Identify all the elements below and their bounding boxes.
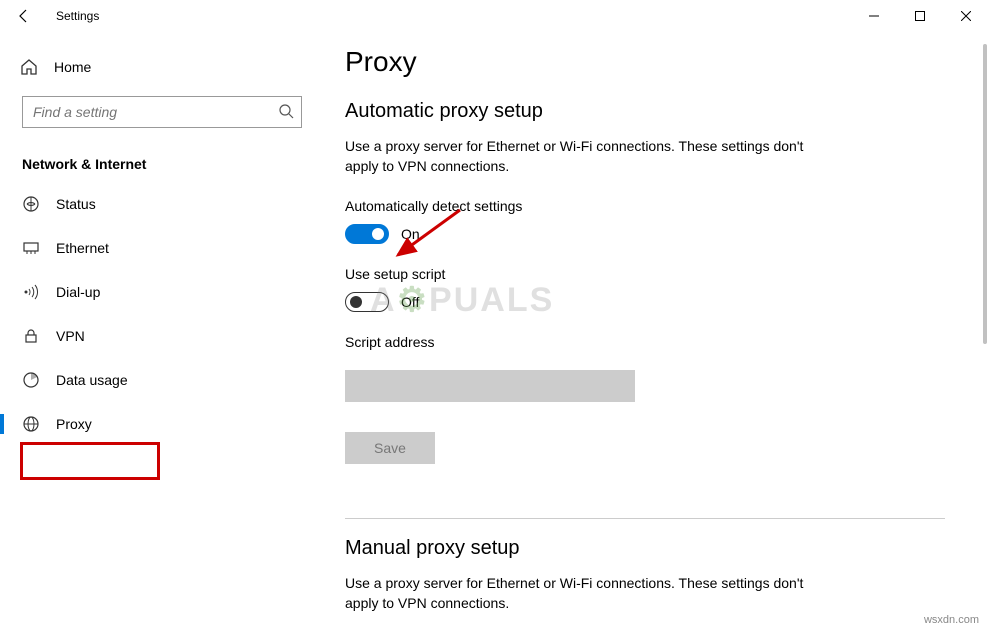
- status-icon: [22, 195, 40, 213]
- sidebar-item-label: Proxy: [56, 416, 92, 432]
- search-input[interactable]: [22, 96, 302, 128]
- sidebar-item-dialup[interactable]: Dial-up: [0, 270, 320, 314]
- divider: [345, 518, 945, 519]
- arrow-left-icon: [16, 8, 32, 24]
- content-area: Proxy Automatic proxy setup Use a proxy …: [320, 32, 977, 630]
- setup-script-toggle[interactable]: [345, 292, 389, 312]
- sidebar-item-label: Data usage: [56, 372, 128, 388]
- sidebar-item-label: Status: [56, 196, 96, 212]
- toggle-knob: [372, 228, 384, 240]
- sidebar-item-label: VPN: [56, 328, 85, 344]
- datausage-icon: [22, 371, 40, 389]
- sidebar-item-proxy[interactable]: Proxy: [0, 402, 320, 446]
- scrollbar-thumb[interactable]: [983, 44, 987, 344]
- sidebar-item-vpn[interactable]: VPN: [0, 314, 320, 358]
- sidebar-home[interactable]: Home: [0, 48, 320, 86]
- script-address-input[interactable]: [345, 370, 635, 402]
- titlebar: Settings: [0, 0, 989, 32]
- ethernet-icon: [22, 239, 40, 257]
- minimize-button[interactable]: [851, 0, 897, 32]
- close-icon: [961, 11, 971, 21]
- vpn-icon: [22, 327, 40, 345]
- search-box[interactable]: [22, 96, 302, 128]
- maximize-button[interactable]: [897, 0, 943, 32]
- search-icon: [278, 103, 294, 119]
- dialup-icon: [22, 283, 40, 301]
- page-title: Proxy: [345, 46, 957, 78]
- automatic-proxy-heading: Automatic proxy setup: [345, 100, 957, 123]
- window-controls: [851, 0, 989, 32]
- sidebar-item-datausage[interactable]: Data usage: [0, 358, 320, 402]
- automatic-proxy-description: Use a proxy server for Ethernet or Wi-Fi…: [345, 137, 805, 176]
- manual-proxy-heading: Manual proxy setup: [345, 537, 957, 560]
- back-button[interactable]: [0, 0, 48, 32]
- scrollbar[interactable]: [977, 32, 989, 630]
- sidebar-item-label: Ethernet: [56, 240, 109, 256]
- auto-detect-state: On: [401, 226, 420, 242]
- footer-watermark: wsxdn.com: [924, 614, 979, 626]
- home-icon: [20, 58, 38, 76]
- script-address-label: Script address: [345, 334, 957, 350]
- sidebar-item-label: Dial-up: [56, 284, 100, 300]
- proxy-icon: [22, 415, 40, 433]
- window-title: Settings: [48, 9, 99, 23]
- sidebar-item-status[interactable]: Status: [0, 182, 320, 226]
- minimize-icon: [869, 11, 879, 21]
- auto-detect-label: Automatically detect settings: [345, 198, 957, 214]
- sidebar: Home Network & Internet Status Ethernet: [0, 32, 320, 630]
- maximize-icon: [915, 11, 925, 21]
- sidebar-home-label: Home: [54, 59, 91, 75]
- setup-script-label: Use setup script: [345, 266, 957, 282]
- toggle-knob: [350, 296, 362, 308]
- sidebar-item-ethernet[interactable]: Ethernet: [0, 226, 320, 270]
- manual-proxy-description: Use a proxy server for Ethernet or Wi-Fi…: [345, 574, 805, 613]
- close-button[interactable]: [943, 0, 989, 32]
- setup-script-state: Off: [401, 294, 419, 310]
- save-button[interactable]: Save: [345, 432, 435, 464]
- auto-detect-toggle[interactable]: [345, 224, 389, 244]
- sidebar-category-header: Network & Internet: [0, 142, 320, 182]
